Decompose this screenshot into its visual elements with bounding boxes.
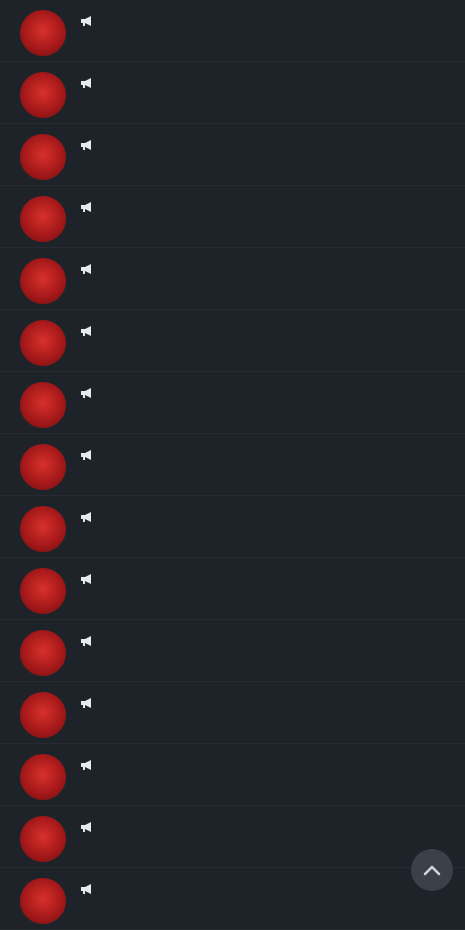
avatar (20, 258, 66, 304)
avatar (20, 134, 66, 180)
avatar (20, 630, 66, 676)
channel-megaphone-icon (81, 698, 91, 708)
channel-megaphone-icon (81, 574, 91, 584)
chevron-up-icon (423, 865, 441, 876)
avatar (20, 506, 66, 552)
channel-megaphone-icon (81, 884, 91, 894)
chat-row[interactable] (0, 558, 465, 620)
avatar (20, 320, 66, 366)
chat-row[interactable] (0, 806, 465, 868)
avatar (20, 444, 66, 490)
channel-megaphone-icon (81, 140, 91, 150)
avatar (20, 754, 66, 800)
avatar (20, 10, 66, 56)
channel-megaphone-icon (81, 78, 91, 88)
avatar (20, 568, 66, 614)
channel-megaphone-icon (81, 202, 91, 212)
channel-megaphone-icon (81, 326, 91, 336)
chat-row[interactable] (0, 744, 465, 806)
channel-megaphone-icon (81, 16, 91, 26)
scroll-to-bottom-button[interactable] (411, 849, 453, 891)
channel-megaphone-icon (81, 450, 91, 460)
avatar (20, 878, 66, 924)
avatar (20, 692, 66, 738)
chat-row[interactable] (0, 496, 465, 558)
channel-megaphone-icon (81, 636, 91, 646)
chat-row[interactable] (0, 372, 465, 434)
chat-row[interactable] (0, 868, 465, 930)
avatar (20, 72, 66, 118)
chat-row[interactable] (0, 620, 465, 682)
chat-row[interactable] (0, 186, 465, 248)
chat-row[interactable] (0, 434, 465, 496)
avatar (20, 816, 66, 862)
channel-megaphone-icon (81, 760, 91, 770)
avatar (20, 196, 66, 242)
chat-row[interactable] (0, 62, 465, 124)
channel-megaphone-icon (81, 388, 91, 398)
chat-row[interactable] (0, 248, 465, 310)
chat-row[interactable] (0, 310, 465, 372)
avatar (20, 382, 66, 428)
channel-megaphone-icon (81, 822, 91, 832)
chat-row[interactable] (0, 682, 465, 744)
chat-row[interactable] (0, 0, 465, 62)
channel-megaphone-icon (81, 512, 91, 522)
chat-row[interactable] (0, 124, 465, 186)
channel-megaphone-icon (81, 264, 91, 274)
